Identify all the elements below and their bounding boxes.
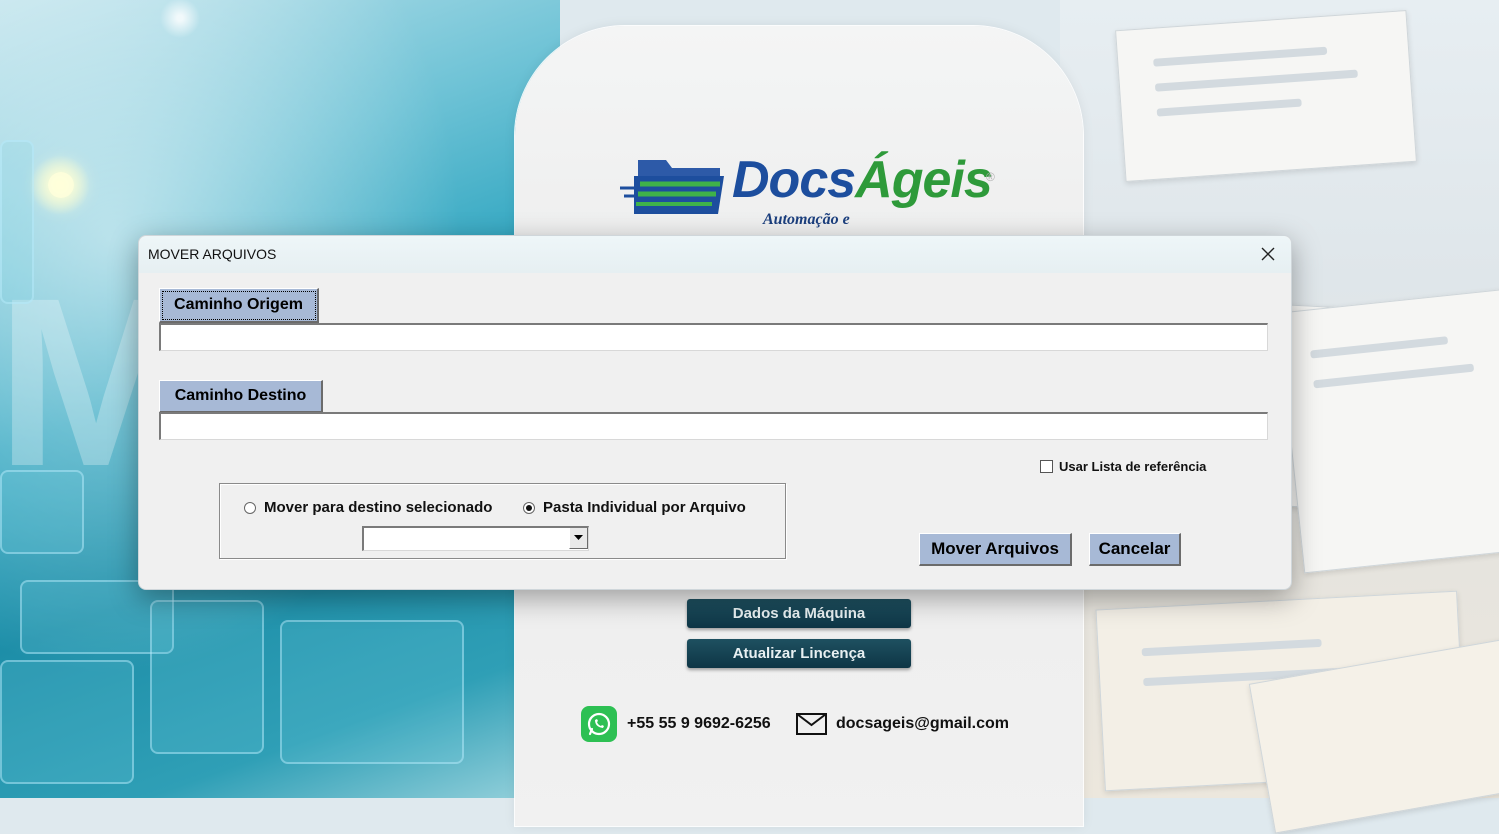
individual-folder-radio[interactable] (523, 501, 535, 514)
reference-list-label: Usar Lista de referência (1059, 459, 1207, 474)
source-path-button[interactable]: Caminho Origem (159, 288, 319, 323)
phone-contact: +55 55 9 9692-6256 (581, 706, 771, 742)
individual-folder-option[interactable]: Pasta Individual por Arquivo (523, 499, 746, 516)
brand-tagline: Automação e (763, 211, 850, 228)
background-document (1115, 10, 1417, 182)
move-to-selected-option[interactable]: Mover para destino selecionado (244, 499, 492, 516)
docsageis-logo: DocsÁgeis ® Automação e (620, 150, 1010, 234)
destination-path-button[interactable]: Caminho Destino (159, 380, 323, 413)
registered-mark: ® (986, 170, 995, 184)
move-files-dialog: MOVER ARQUIVOS Caminho Origem Caminho De… (138, 235, 1292, 590)
close-button[interactable] (1257, 243, 1279, 265)
background-tile (0, 140, 34, 304)
source-path-input[interactable] (159, 323, 1268, 351)
email-address: docsageis@gmail.com (836, 715, 1009, 732)
background-tile (0, 470, 84, 554)
brand-name-part1: Docs (732, 151, 856, 209)
reference-list-option[interactable]: Usar Lista de referência (1040, 459, 1206, 474)
chevron-down-icon (574, 535, 583, 540)
background-tile (150, 600, 264, 754)
dropdown-arrow-button[interactable] (569, 528, 588, 549)
move-to-selected-radio[interactable] (244, 501, 256, 514)
cancel-button[interactable]: Cancelar (1089, 533, 1181, 566)
dialog-titlebar: MOVER ARQUIVOS (139, 236, 1291, 273)
brand-name-part2: Ágeis (855, 151, 993, 209)
phone-number: +55 55 9 9692-6256 (627, 715, 771, 732)
dialog-title: MOVER ARQUIVOS (148, 246, 277, 262)
individual-folder-label: Pasta Individual por Arquivo (543, 499, 746, 516)
move-mode-frame: Mover para destino selecionado Pasta Ind… (219, 483, 786, 559)
brand-name: DocsÁgeis (732, 151, 993, 209)
close-icon (1261, 247, 1275, 261)
background-tile (0, 660, 134, 784)
background-document (1276, 288, 1499, 574)
destination-path-input[interactable] (159, 412, 1268, 440)
background-tile (280, 620, 464, 764)
machine-data-button[interactable]: Dados da Máquina (687, 599, 911, 628)
move-files-button[interactable]: Mover Arquivos (919, 533, 1072, 566)
email-contact: docsageis@gmail.com (796, 706, 1009, 742)
folder-mode-dropdown[interactable] (362, 526, 589, 551)
update-license-button[interactable]: Atualizar Lincença (687, 639, 911, 668)
envelope-icon (796, 713, 827, 735)
folder-logo-icon (620, 160, 724, 214)
whatsapp-icon (581, 706, 617, 742)
background-glow (48, 172, 74, 198)
reference-list-checkbox[interactable] (1040, 460, 1053, 473)
move-to-selected-label: Mover para destino selecionado (264, 499, 493, 516)
